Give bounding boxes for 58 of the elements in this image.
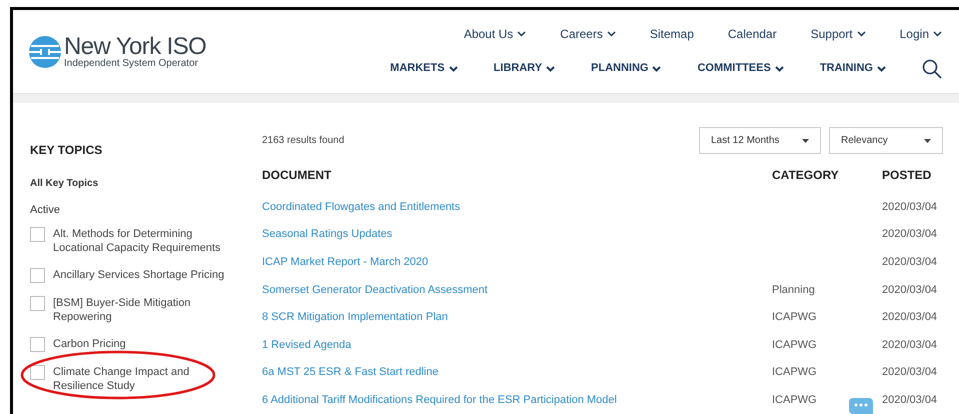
category-cell: ICAPWG <box>772 394 817 406</box>
checkbox[interactable] <box>30 336 45 352</box>
checkbox[interactable] <box>30 364 45 380</box>
posted-date: 2020/03/04 <box>882 310 938 326</box>
utility-nav-link[interactable]: Careers <box>560 24 616 43</box>
main-nav-link[interactable]: COMMITTEES <box>697 60 784 77</box>
topic-checkbox-row[interactable]: Carbon Pricing <box>30 336 249 352</box>
filter-dropdown[interactable]: Last 12 Months <box>699 127 821 154</box>
search-icon[interactable] <box>922 58 942 79</box>
document-link[interactable]: Somerset Generator Deactivation Assessment <box>262 282 772 298</box>
utility-nav-link[interactable]: Login <box>900 24 942 43</box>
all-topics-link[interactable]: All Key Topics <box>30 176 249 192</box>
topic-checkbox-row[interactable]: Alt. Methods for Determining Locational Capacity Requirements <box>30 226 249 255</box>
checkbox[interactable] <box>30 226 45 242</box>
document-link[interactable]: 6a MST 25 ESR & Fast Start redline <box>262 364 772 381</box>
posted-date: 2020/03/04 <box>882 392 938 408</box>
checkbox[interactable] <box>30 268 45 283</box>
utility-nav-link[interactable]: Calendar <box>728 24 777 43</box>
topic-checkbox-row[interactable]: Ancillary Services Shortage Pricing <box>30 268 249 283</box>
document-link[interactable]: 8 SCR Mitigation Implementation Plan <box>262 309 772 326</box>
category-cell: ICAPWG <box>772 338 817 351</box>
document-link[interactable]: 1 Revised Agenda <box>262 336 772 354</box>
posted-date: 2020/03/04 <box>882 338 938 353</box>
posted-date: 2020/03/04 <box>882 282 938 298</box>
chat-bubble-icon[interactable] <box>849 398 873 414</box>
dropdown-arrow-icon <box>924 138 931 143</box>
utility-nav-link[interactable]: About Us <box>464 24 526 43</box>
main-nav-link[interactable]: PLANNING <box>591 60 662 77</box>
column-header: DOCUMENT <box>262 167 332 184</box>
posted-date: 2020/03/04 <box>882 365 938 380</box>
category-cell: ICAPWG <box>772 311 817 324</box>
category-cell: Planning <box>772 284 815 296</box>
sidebar-title: KEY TOPICS <box>30 142 104 160</box>
main-nav-link[interactable]: MARKETS <box>390 60 458 77</box>
dropdown-arrow-icon <box>802 138 809 143</box>
filter-dropdown[interactable]: Relevancy <box>829 127 943 154</box>
results-count: 2163 results found <box>262 134 344 148</box>
document-link[interactable]: Coordinated Flowgates and Entitlements <box>262 198 772 216</box>
document-link[interactable]: Seasonal Ratings Updates <box>262 226 772 243</box>
document-link[interactable]: ICAP Market Report - March 2020 <box>262 254 772 270</box>
column-header: POSTED <box>882 167 932 184</box>
posted-date: 2020/03/04 <box>882 227 938 242</box>
posted-date: 2020/03/04 <box>882 254 938 270</box>
globe-logo-icon <box>28 34 62 69</box>
column-header: CATEGORY <box>772 167 840 184</box>
category-cell: ICAPWG <box>772 366 817 378</box>
posted-date: 2020/03/04 <box>882 200 938 215</box>
document-link[interactable]: 6 Additional Tariff Modifications Required for the ESR Participation Model <box>262 392 772 408</box>
topic-checkbox-row[interactable]: [BSM] Buyer-Side Mitigation Repowering <box>30 296 249 324</box>
topic-checkbox-row[interactable]: Climate Change Impact and Resilience Study <box>30 364 249 393</box>
checkbox[interactable] <box>30 296 45 311</box>
utility-nav-link[interactable]: Sitemap <box>650 24 694 43</box>
logo-wordmark: New York ISO <box>64 34 206 59</box>
main-nav-link[interactable]: LIBRARY <box>494 60 556 77</box>
utility-nav-link[interactable]: Support <box>810 24 866 43</box>
main-nav-link[interactable]: TRAINING <box>820 60 886 77</box>
logo-tagline: Independent System Operator <box>64 58 199 69</box>
section-label: Active <box>30 203 61 218</box>
